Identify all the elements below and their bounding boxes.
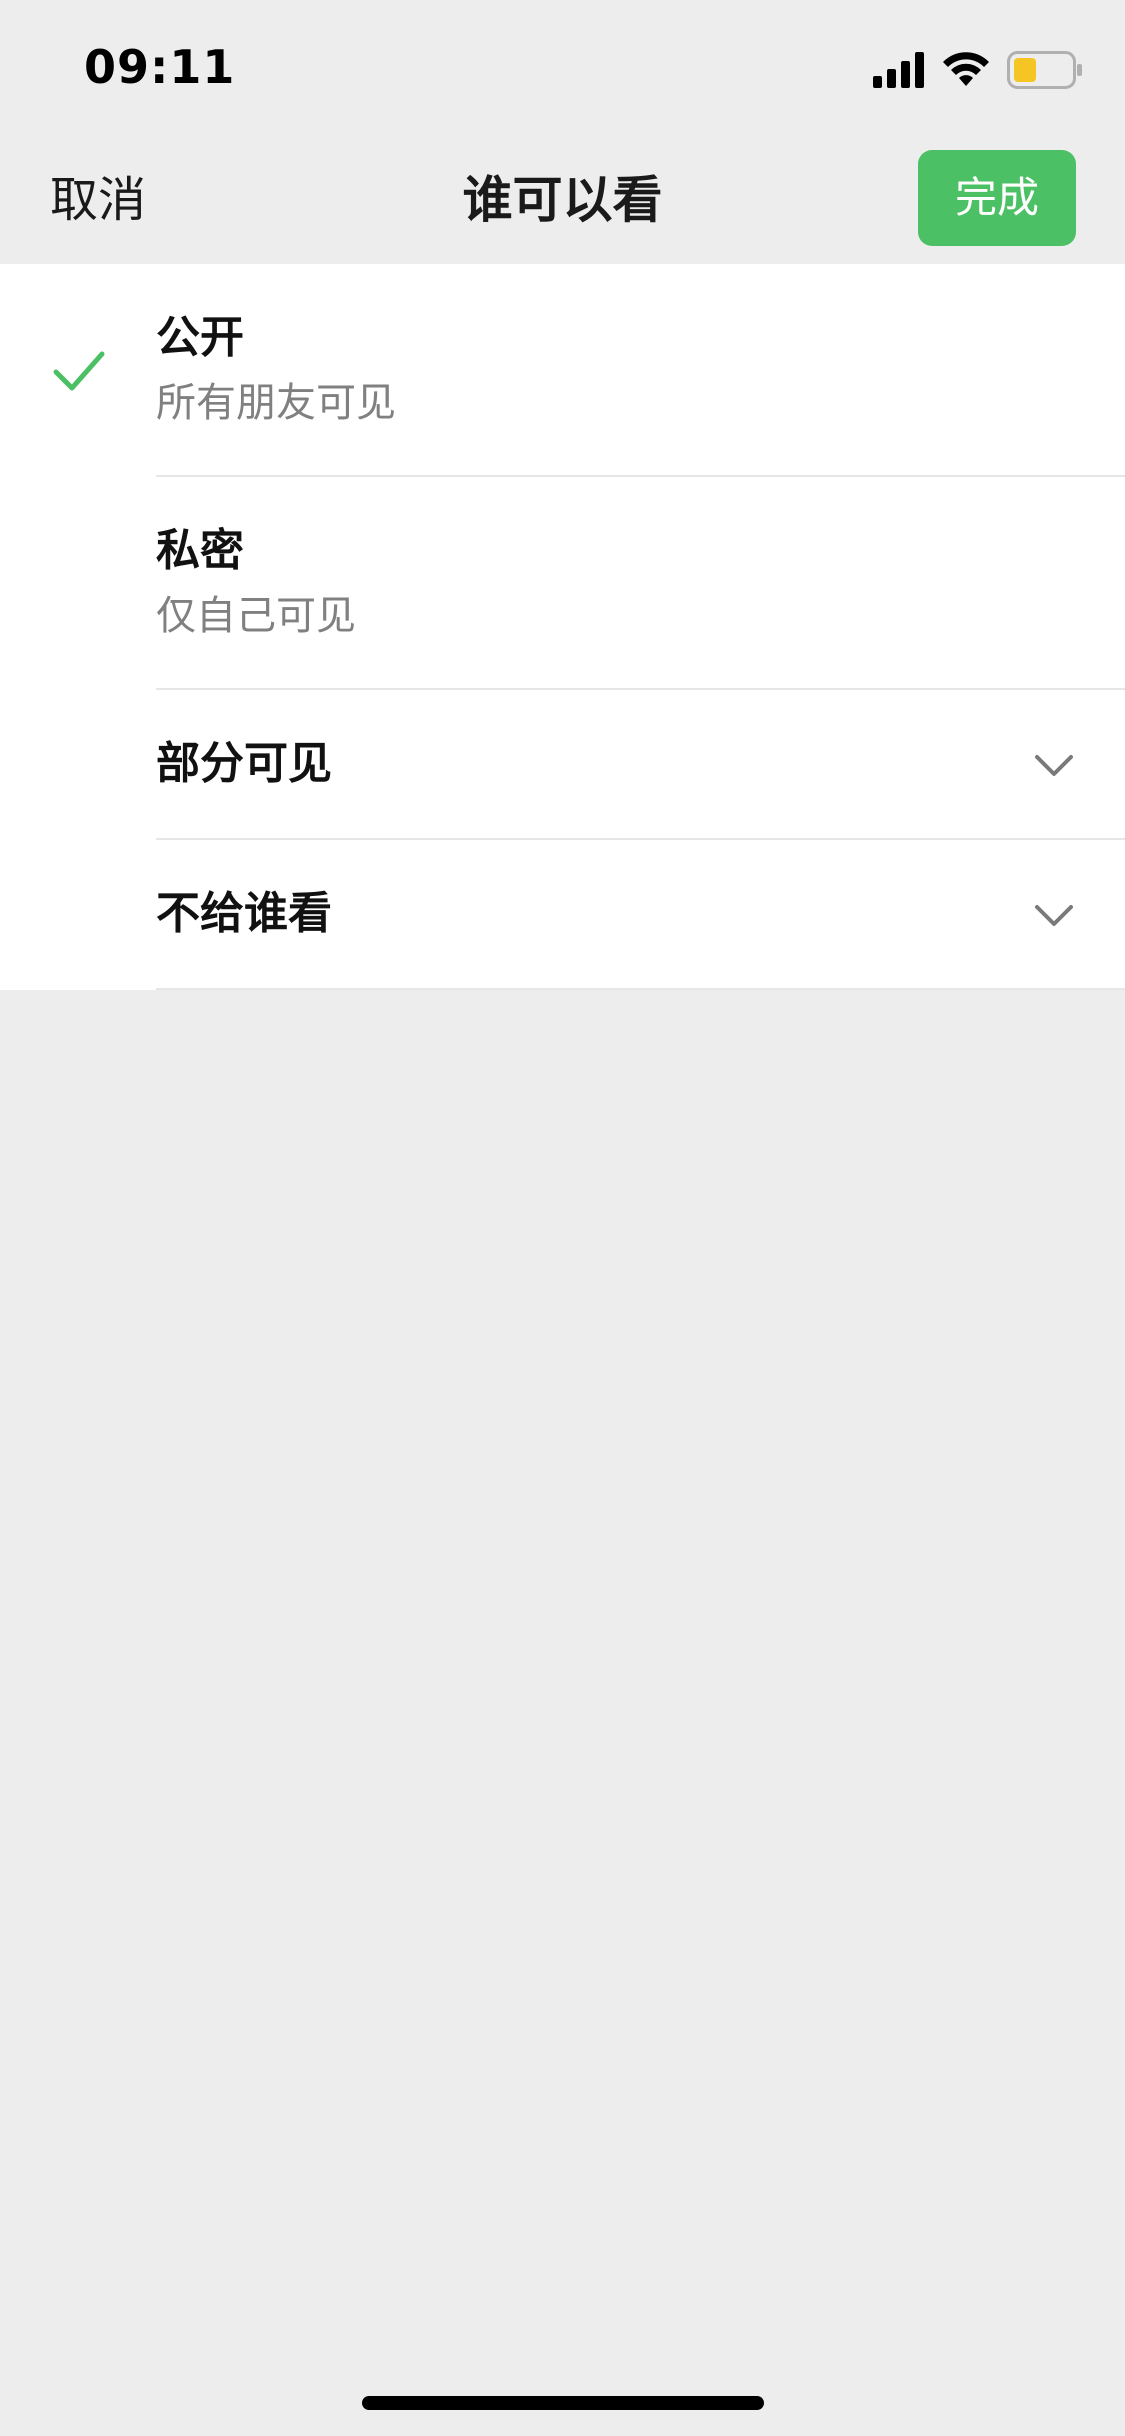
option-public[interactable]: 公开 所有朋友可见 <box>0 264 1125 477</box>
chevron-down-icon[interactable] <box>1033 894 1075 936</box>
option-partially-visible[interactable]: 部分可见 <box>0 690 1125 840</box>
option-subtitle: 仅自己可见 <box>156 593 356 639</box>
status-bar: 09:11 <box>0 0 1125 140</box>
cancel-button[interactable]: 取消 <box>50 168 146 232</box>
option-title: 私密 <box>156 525 244 576</box>
signal-icon <box>873 52 924 88</box>
divider <box>156 988 1125 990</box>
home-indicator[interactable] <box>362 2396 764 2410</box>
check-icon <box>53 351 105 391</box>
chevron-down-icon[interactable] <box>1033 744 1075 786</box>
option-hide-from[interactable]: 不给谁看 <box>0 840 1125 990</box>
battery-icon <box>1007 51 1082 89</box>
option-title: 部分可见 <box>156 738 332 789</box>
status-time: 09:11 <box>84 40 236 94</box>
wifi-icon <box>943 52 989 86</box>
visibility-options-list: 公开 所有朋友可见 私密 仅自己可见 部分可见 不给谁看 <box>0 264 1125 990</box>
option-subtitle: 所有朋友可见 <box>156 380 396 426</box>
status-icons <box>871 48 1083 92</box>
option-private[interactable]: 私密 仅自己可见 <box>0 477 1125 690</box>
nav-bar: 取消 谁可以看 完成 <box>0 140 1125 264</box>
option-title: 不给谁看 <box>156 888 332 939</box>
done-button[interactable]: 完成 <box>918 150 1076 246</box>
option-title: 公开 <box>156 312 244 363</box>
